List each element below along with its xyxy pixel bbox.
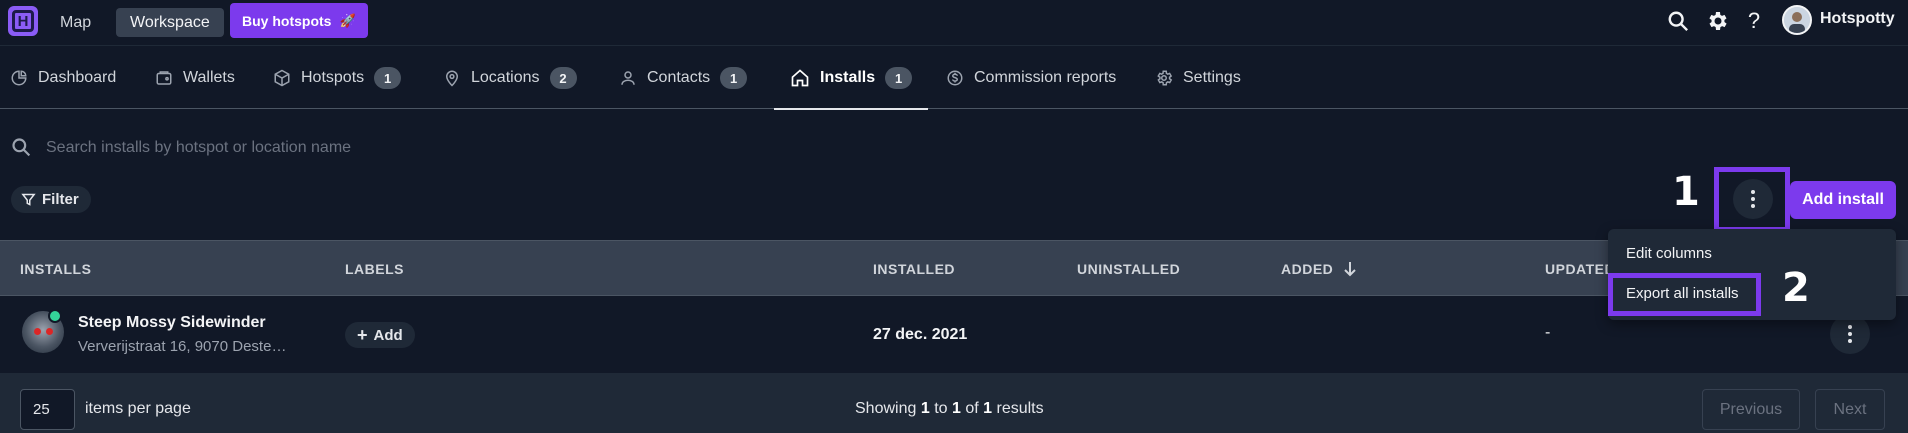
tab-hotspots[interactable]: Hotspots 1 [273, 47, 402, 109]
wallet-icon [156, 71, 172, 85]
plus-icon: + [357, 325, 368, 345]
items-per-page-label: items per page [85, 400, 191, 417]
tab-installs[interactable]: Installs 1 [773, 47, 929, 110]
map-pin-icon [445, 70, 459, 87]
annotation-step-1: 1 [1672, 169, 1700, 215]
col-labels[interactable]: LABELS [345, 241, 404, 297]
buy-hotspots-button[interactable]: Buy hotspots 🚀 [230, 3, 368, 38]
home-icon [791, 69, 809, 87]
nav-workspace[interactable]: Workspace [116, 8, 224, 37]
tab-locations[interactable]: Locations 2 [443, 47, 577, 109]
rocket-icon: 🚀 [339, 12, 356, 28]
tab-count-badge: 1 [374, 67, 402, 89]
tab-label: Dashboard [38, 69, 117, 86]
tab-label: Contacts [647, 69, 711, 86]
dollar-circle-icon [947, 70, 963, 86]
cube-icon [274, 69, 290, 87]
section-tabs: Dashboard Wallets Hotspots 1 Locations 2… [0, 47, 1908, 110]
top-bar: H Map Workspace Buy hotspots 🚀 ? Hotspot… [0, 0, 1908, 46]
updated-date: - [1545, 324, 1551, 341]
search-icon [11, 137, 31, 157]
tab-label: Settings [1183, 69, 1241, 86]
add-label-button[interactable]: + Add [345, 322, 415, 348]
row-more-options-button[interactable] [1830, 314, 1870, 354]
user-avatar[interactable] [1782, 5, 1812, 35]
sort-arrow-down-icon [1344, 262, 1356, 277]
tab-count-badge: 2 [549, 67, 577, 89]
nav-map[interactable]: Map [48, 8, 103, 37]
col-installed[interactable]: INSTALLED [873, 241, 955, 297]
col-updated[interactable]: UPDATED [1545, 241, 1615, 297]
gear-icon [1157, 70, 1173, 86]
next-page-button[interactable]: Next [1815, 389, 1885, 430]
gear-icon[interactable] [1704, 8, 1730, 34]
tab-label: Wallets [183, 69, 235, 86]
installed-date: 27 dec. 2021 [873, 326, 968, 343]
filter-label: Filter [42, 191, 79, 208]
tab-label: Installs [820, 69, 876, 86]
tab-contacts[interactable]: Contacts 1 [619, 47, 748, 109]
tab-label: Commission reports [974, 69, 1117, 86]
previous-page-button[interactable]: Previous [1702, 389, 1800, 430]
user-name[interactable]: Hotspotty [1820, 10, 1895, 28]
annotation-step-2: 2 [1782, 265, 1810, 311]
tab-count-badge: 1 [720, 67, 748, 89]
tab-label: Locations [471, 69, 540, 86]
tab-count-badge: 1 [885, 67, 913, 89]
pie-chart-icon [11, 70, 27, 86]
install-address: Ververijstraat 16, 9070 Destelbergen [78, 338, 288, 355]
results-summary: Showing 1 to 1 of 1 results [855, 400, 1044, 417]
tab-commission-reports[interactable]: Commission reports [946, 47, 1116, 109]
col-added-label: ADDED [1281, 261, 1334, 277]
user-icon [621, 71, 635, 85]
items-per-page-input[interactable] [20, 389, 75, 430]
more-vertical-icon [1751, 190, 1755, 208]
add-label-text: Add [373, 326, 403, 344]
tab-wallets[interactable]: Wallets [155, 47, 235, 109]
hotspotty-logo[interactable]: H [8, 6, 38, 36]
install-name[interactable]: Steep Mossy Sidewinder [78, 314, 266, 332]
col-uninstalled[interactable]: UNINSTALLED [1077, 241, 1180, 297]
search-bar [0, 130, 1908, 166]
tab-dashboard[interactable]: Dashboard [10, 47, 116, 109]
highlight-box-export [1608, 273, 1761, 316]
buy-hotspots-label: Buy hotspots [242, 12, 332, 29]
online-status-dot [48, 309, 62, 323]
search-icon[interactable] [1665, 8, 1691, 34]
filter-button[interactable]: Filter [11, 186, 91, 213]
col-added[interactable]: ADDED [1281, 241, 1357, 297]
more-vertical-icon [1848, 325, 1852, 343]
filter-icon [21, 193, 36, 206]
logo-letter: H [12, 10, 34, 32]
col-installs[interactable]: INSTALLS [20, 241, 91, 297]
add-install-button[interactable]: Add install [1790, 181, 1896, 219]
more-options-button[interactable] [1733, 179, 1773, 219]
help-icon[interactable]: ? [1741, 8, 1767, 34]
tab-settings[interactable]: Settings [1155, 47, 1241, 109]
pagination-footer: items per page Showing 1 to 1 of 1 resul… [0, 374, 1908, 433]
tab-label: Hotspots [301, 69, 365, 86]
menu-item-edit-columns[interactable]: Edit columns [1626, 245, 1712, 262]
search-input[interactable] [46, 132, 846, 164]
